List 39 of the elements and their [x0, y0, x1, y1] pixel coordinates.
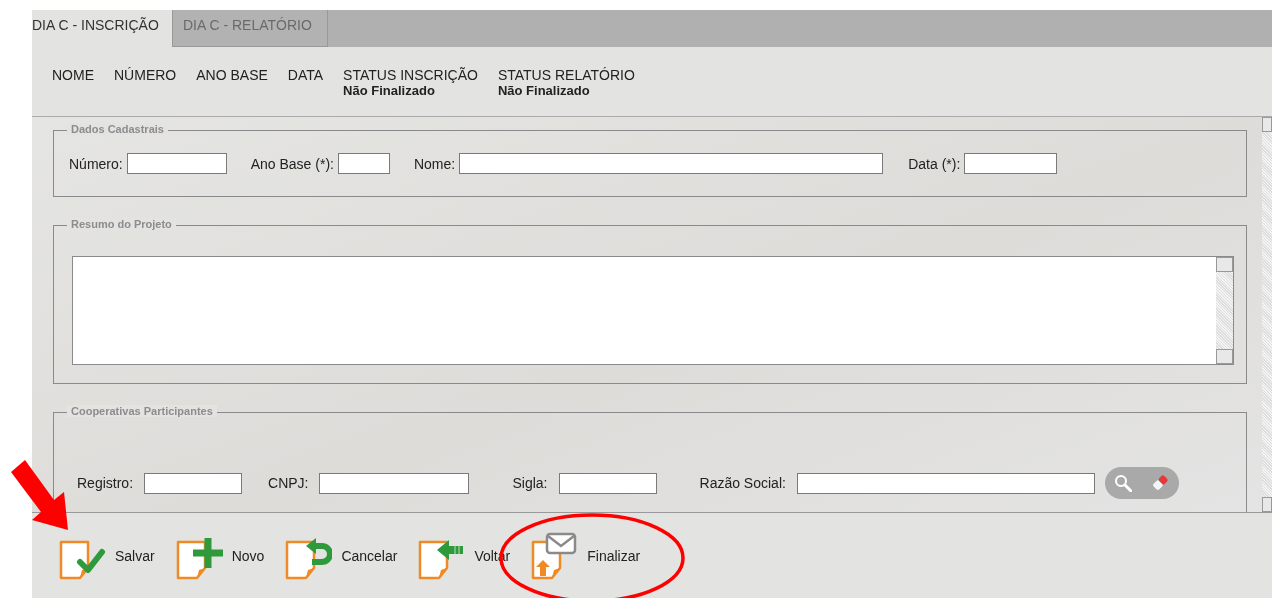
field-label: CNPJ:: [268, 475, 309, 491]
field-label: Ano Base (*):: [250, 155, 334, 172]
input-field[interactable]: [319, 472, 470, 494]
section-legend: Resumo do Projeto: [67, 218, 176, 230]
status-value: Não Finalizado: [343, 83, 436, 98]
column-heading: NOME: [52, 67, 94, 83]
section-legend: Dados Cadastrais: [67, 123, 168, 135]
field-label: Nome:: [413, 155, 456, 172]
search-button[interactable]: [1114, 474, 1133, 492]
field-label: Razão Social:: [699, 475, 786, 491]
field-label: Data (*):: [908, 155, 961, 172]
section-legend: Cooperativas Participantes: [67, 405, 217, 417]
toolbar-button[interactable]: Cancelar: [284, 531, 398, 580]
eraser-icon: [1151, 474, 1170, 492]
document-icon: [530, 531, 579, 580]
input-field[interactable]: [796, 472, 1095, 494]
input-field[interactable]: [459, 153, 884, 174]
clear-button[interactable]: [1151, 474, 1170, 492]
column-heading: STATUS INSCRIÇÃO: [343, 67, 478, 83]
field-label: Sigla:: [512, 475, 548, 491]
input-field[interactable]: [964, 153, 1058, 174]
input-field[interactable]: [126, 153, 227, 174]
input-field[interactable]: [337, 153, 390, 174]
text-area[interactable]: [72, 256, 1234, 365]
tab[interactable]: DIA C - INSCRIÇÃO: [32, 10, 172, 47]
status-value: Não Finalizado: [497, 83, 591, 98]
scrollbar[interactable]: [1216, 257, 1233, 364]
column-heading: STATUS RELATÓRIO: [497, 67, 635, 83]
column-heading: NÚMERO: [114, 67, 177, 83]
toolbar-button[interactable]: Novo: [174, 531, 265, 580]
scrollbar[interactable]: [1262, 117, 1272, 512]
toolbar-button[interactable]: Salvar: [58, 531, 155, 580]
column-heading: ANO BASE: [196, 67, 268, 83]
search-icon: [1114, 474, 1133, 492]
field-label: Número:: [69, 155, 123, 172]
column-heading: DATA: [287, 67, 324, 83]
input-field[interactable]: [558, 472, 657, 494]
input-field[interactable]: [144, 472, 243, 494]
field-label: Registro:: [77, 475, 134, 491]
